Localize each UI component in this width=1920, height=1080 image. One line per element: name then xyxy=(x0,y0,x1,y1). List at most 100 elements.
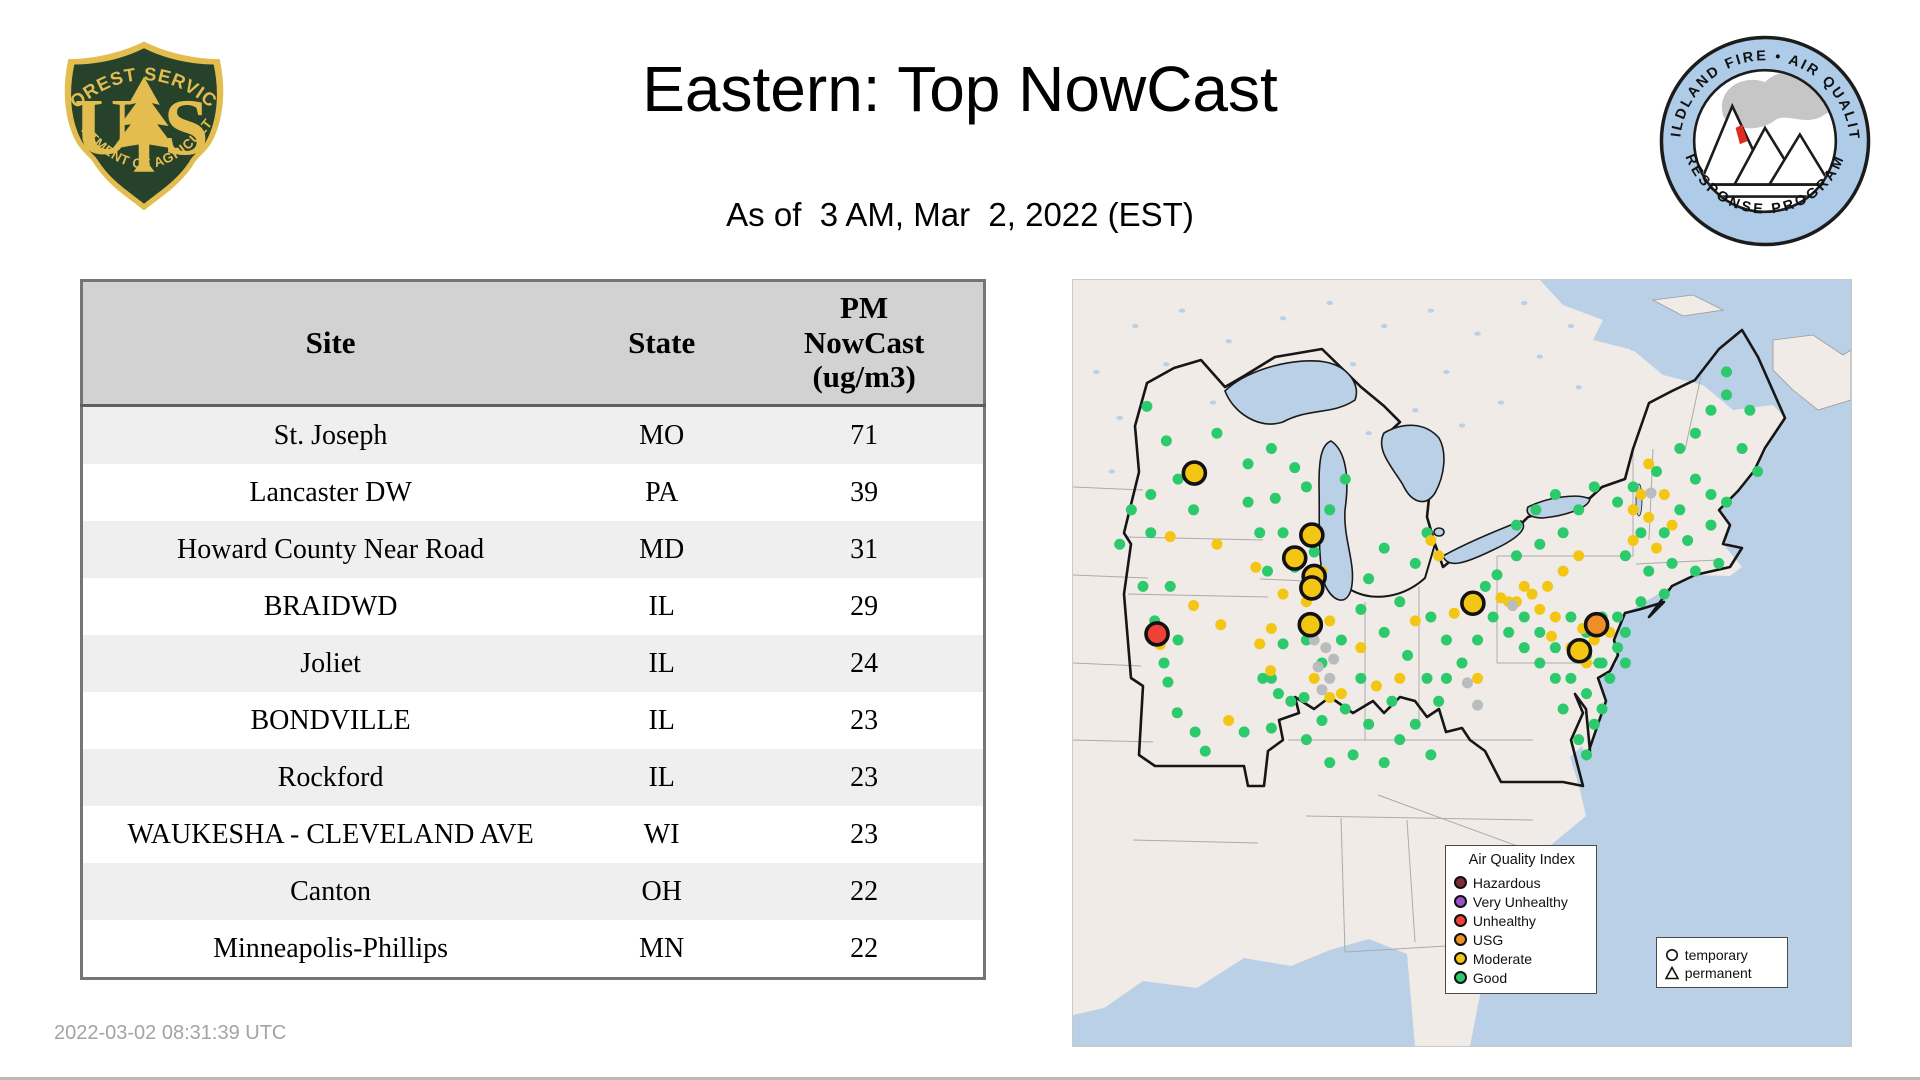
site-dot-good xyxy=(1347,749,1359,761)
decor-lake xyxy=(1629,346,1637,352)
site-dot-good xyxy=(1262,565,1273,577)
good-swatch-icon xyxy=(1453,971,1467,985)
column-header-state: State xyxy=(578,280,746,407)
site-dot-good xyxy=(1402,649,1414,661)
site-dot-good xyxy=(1355,672,1367,684)
site-dot-good xyxy=(1265,443,1277,455)
site-dot-good xyxy=(1503,626,1515,638)
wildfire-program-logo: WILDLAND FIRE • AIR QUALITY RESPONSE PRO… xyxy=(1656,32,1871,247)
site-dot-moderate xyxy=(1223,714,1235,726)
site-dot-good xyxy=(1141,400,1153,412)
site-dot-good xyxy=(1440,634,1452,646)
cell-site: BONDVILLE xyxy=(250,704,411,736)
site-dot-moderate xyxy=(1549,611,1561,623)
site-dot-good xyxy=(1580,749,1592,761)
aqi-legend-label: Good xyxy=(1472,969,1508,986)
site-dot-good xyxy=(1269,492,1281,504)
site-dot-good xyxy=(1612,496,1624,508)
report-slide: FOREST SERVICE U S DEPARTMENT OF AGRICUL… xyxy=(0,0,1920,1080)
site-dot-moderate xyxy=(1627,534,1639,546)
permanent-triangle-icon xyxy=(1664,966,1679,980)
site-dot-good xyxy=(1491,569,1503,581)
top-site-marker-moderate xyxy=(1281,545,1308,571)
cell-value: 22 xyxy=(850,932,879,964)
site-dot-moderate xyxy=(1433,550,1445,562)
site-dot-good xyxy=(1145,488,1157,500)
site-dot-moderate xyxy=(1188,600,1200,612)
table-row: St. Joseph MO 71 xyxy=(81,405,985,464)
site-dot-good xyxy=(1308,546,1320,558)
usg-swatch-icon xyxy=(1453,933,1467,947)
site-dot-good xyxy=(1425,611,1437,623)
cell-value: 29 xyxy=(850,590,879,622)
site-dot-inactive xyxy=(1328,653,1340,665)
site-dot-good xyxy=(1689,565,1701,577)
site-dot-good xyxy=(1188,504,1200,516)
moderate-swatch-icon xyxy=(1453,952,1467,966)
site-dot-moderate xyxy=(1409,615,1421,627)
site-dot-good xyxy=(1114,538,1126,550)
cell-state: IL xyxy=(648,590,675,622)
hazardous-swatch-icon xyxy=(1453,876,1467,890)
decor-lake xyxy=(1614,308,1621,313)
site-dot-good xyxy=(1736,443,1748,455)
cell-state: MO xyxy=(639,419,685,451)
site-dot-good xyxy=(1189,726,1201,738)
site-dot-good xyxy=(1363,718,1375,730)
decor-lake xyxy=(1427,308,1435,313)
site-dot-good xyxy=(1339,703,1351,715)
site-dot-good xyxy=(1580,688,1592,700)
legend-item-temporary: temporary xyxy=(1665,948,1781,962)
lake-st-clair xyxy=(1433,527,1445,537)
site-dot-moderate xyxy=(1324,615,1336,627)
site-dot-moderate xyxy=(1627,504,1639,516)
site-dot-good xyxy=(1721,496,1733,508)
site-dot-good xyxy=(1363,573,1375,585)
site-dot-good xyxy=(1619,657,1631,669)
site-dot-good xyxy=(1612,642,1624,654)
cell-state: IL xyxy=(648,704,675,736)
site-dot-good xyxy=(1518,642,1530,654)
decor-lake xyxy=(1116,415,1123,420)
decor-lake xyxy=(1381,323,1388,329)
nowcast-table-header: Site State PM NowCast (ug/m3) xyxy=(81,280,985,407)
top-site-marker-moderate xyxy=(1297,611,1324,638)
site-dot-good xyxy=(1199,745,1211,757)
site-dot-moderate xyxy=(1534,603,1546,615)
site-dot-good xyxy=(1456,657,1468,669)
site-dot-moderate xyxy=(1573,550,1585,562)
site-dot-good xyxy=(1721,389,1733,401)
site-dot-inactive xyxy=(1324,672,1336,684)
site-dot-good xyxy=(1440,672,1452,684)
site-dot-moderate xyxy=(1542,580,1554,592)
nowcast-table-body: St. Joseph MO 71 Lancaster DW PA 39 Howard Cou… xyxy=(81,405,985,979)
site-dot-moderate xyxy=(1164,531,1176,543)
site-dot-inactive xyxy=(1320,642,1332,654)
site-dot-good xyxy=(1534,626,1546,638)
site-dot-moderate xyxy=(1265,623,1277,635)
site-dot-good xyxy=(1557,527,1569,539)
decor-lake xyxy=(1497,400,1505,405)
cell-site: Lancaster DW xyxy=(249,476,412,508)
site-dot-moderate xyxy=(1277,588,1289,600)
site-dot-good xyxy=(1394,596,1406,608)
decor-lake xyxy=(1412,408,1419,413)
top-site-marker-moderate xyxy=(1299,522,1325,548)
decor-lake xyxy=(1443,369,1450,375)
site-dot-good xyxy=(1472,634,1484,646)
legend-label-temporary: temporary xyxy=(1684,947,1748,964)
site-dot-good xyxy=(1510,550,1522,562)
decor-lake xyxy=(1132,323,1139,329)
site-dot-good xyxy=(1242,496,1254,508)
aqi-legend-label: Unhealthy xyxy=(1472,912,1536,929)
site-dot-good xyxy=(1487,611,1499,623)
table-row: Joliet IL 24 xyxy=(81,635,985,692)
site-dot-good xyxy=(1721,366,1733,378)
cell-site: Minneapolis-Phillips xyxy=(213,932,449,964)
site-dot-moderate xyxy=(1355,642,1367,654)
site-dot-good xyxy=(1705,404,1717,416)
site-dot-good xyxy=(1534,538,1546,550)
site-dot-inactive xyxy=(1507,600,1519,612)
aqi-legend-item-unhealthy: Unhealthy xyxy=(1453,912,1590,929)
site-dot-good xyxy=(1145,527,1157,539)
